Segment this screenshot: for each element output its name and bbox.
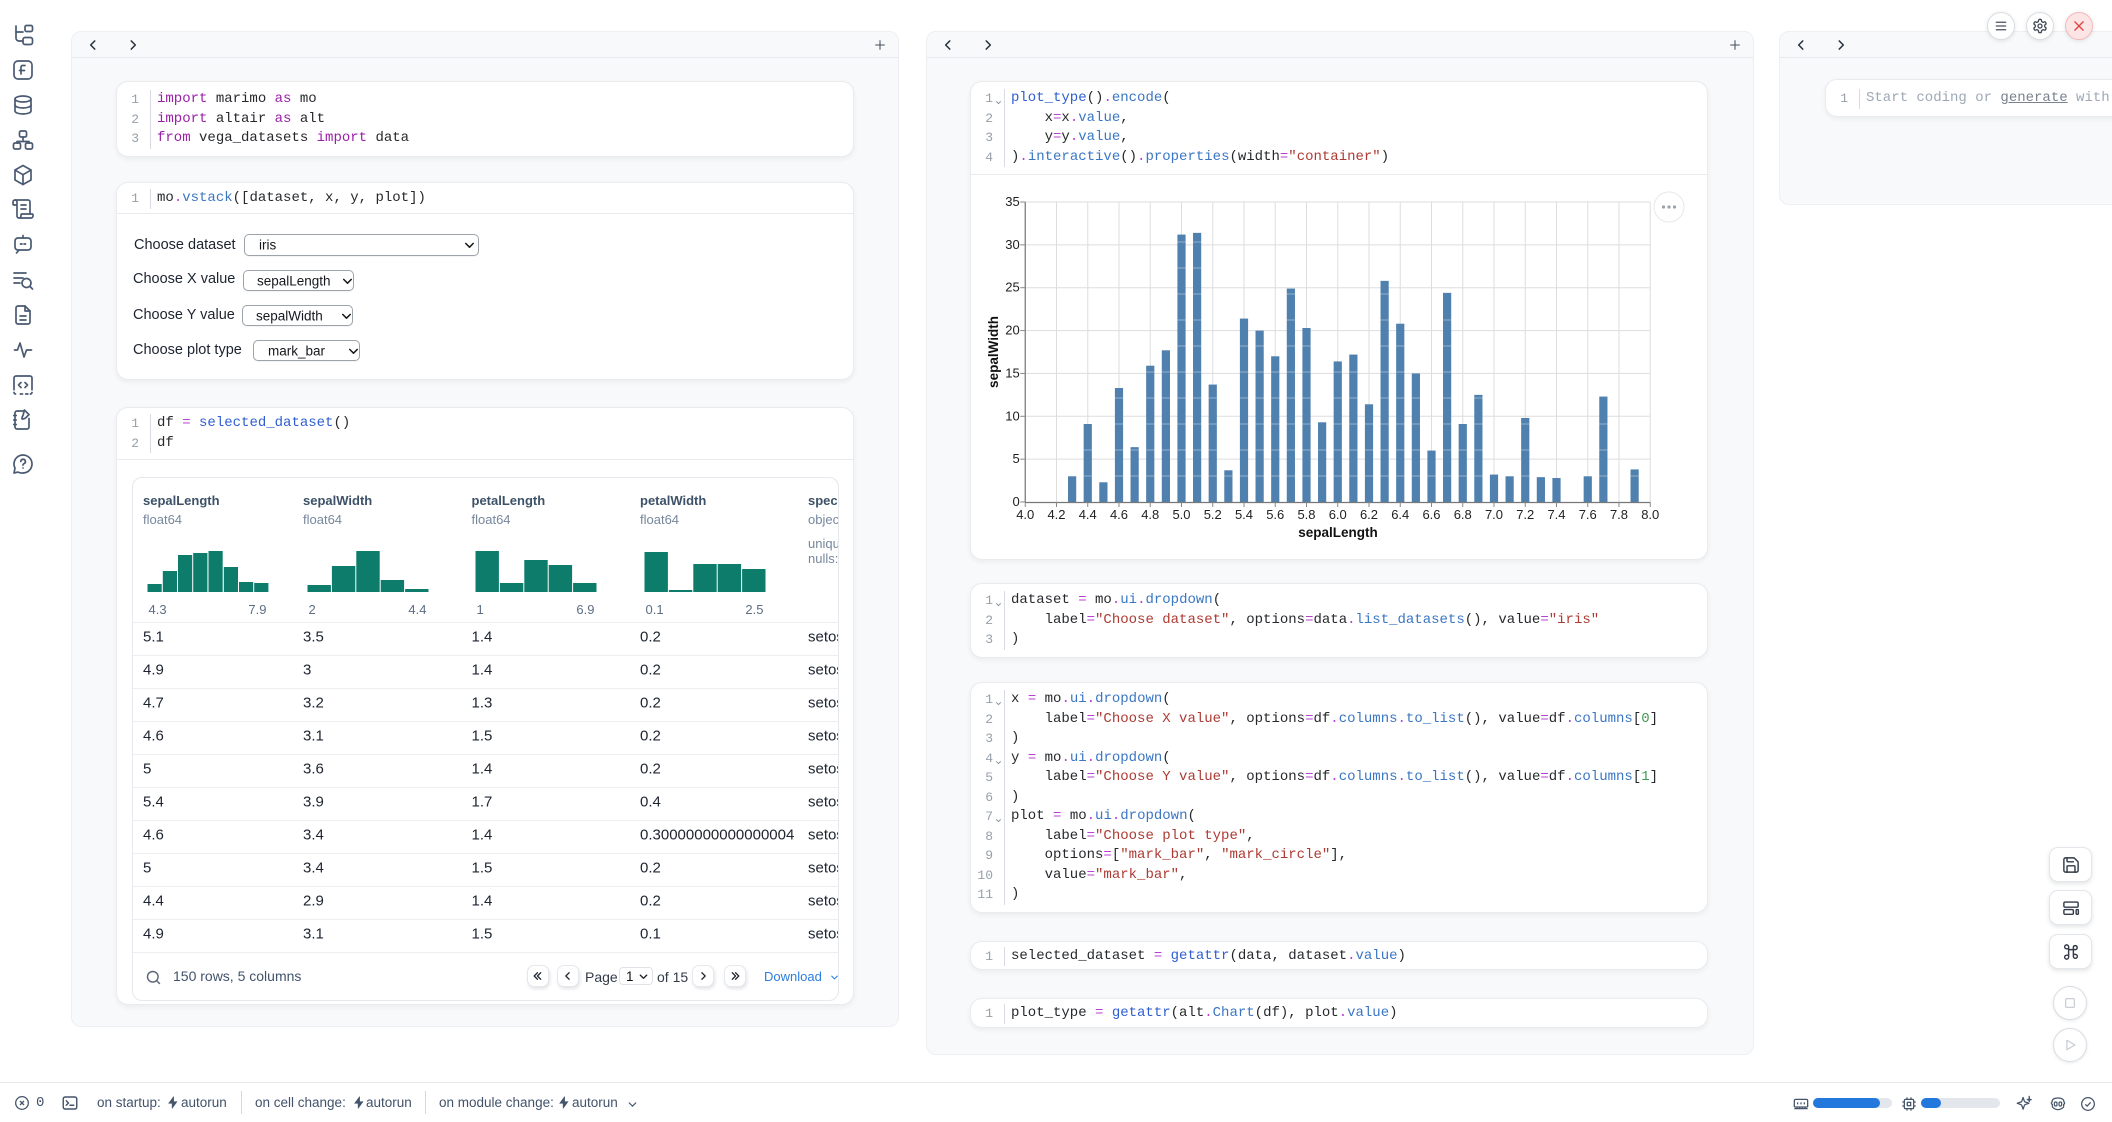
svg-text:5.2: 5.2 — [1204, 507, 1222, 522]
svg-text:15: 15 — [1005, 365, 1019, 380]
svg-text:4.2: 4.2 — [1047, 507, 1065, 522]
svg-text:7.8: 7.8 — [1610, 507, 1628, 522]
svg-text:10: 10 — [1005, 408, 1019, 423]
svg-text:6.6: 6.6 — [1422, 507, 1440, 522]
svg-text:6.8: 6.8 — [1454, 507, 1472, 522]
svg-text:sepalWidth: sepalWidth — [986, 316, 1001, 388]
svg-text:5.6: 5.6 — [1266, 507, 1284, 522]
svg-text:6.0: 6.0 — [1329, 507, 1347, 522]
svg-text:35: 35 — [1005, 194, 1019, 209]
svg-text:4.6: 4.6 — [1110, 507, 1128, 522]
svg-text:6.2: 6.2 — [1360, 507, 1378, 522]
svg-text:30: 30 — [1005, 237, 1019, 252]
svg-text:5.0: 5.0 — [1172, 507, 1190, 522]
svg-text:5.8: 5.8 — [1297, 507, 1315, 522]
svg-text:4.0: 4.0 — [1016, 507, 1034, 522]
svg-text:7.0: 7.0 — [1485, 507, 1503, 522]
svg-text:25: 25 — [1005, 280, 1019, 295]
svg-text:4.4: 4.4 — [1079, 507, 1097, 522]
svg-text:6.4: 6.4 — [1391, 507, 1409, 522]
svg-text:7.6: 7.6 — [1579, 507, 1597, 522]
svg-text:7.2: 7.2 — [1516, 507, 1534, 522]
svg-text:sepalLength: sepalLength — [1298, 525, 1378, 540]
svg-text:7.4: 7.4 — [1547, 507, 1565, 522]
svg-text:5: 5 — [1013, 451, 1020, 466]
svg-text:8.0: 8.0 — [1641, 507, 1659, 522]
svg-text:20: 20 — [1005, 323, 1019, 338]
svg-text:5.4: 5.4 — [1235, 507, 1253, 522]
svg-text:4.8: 4.8 — [1141, 507, 1159, 522]
